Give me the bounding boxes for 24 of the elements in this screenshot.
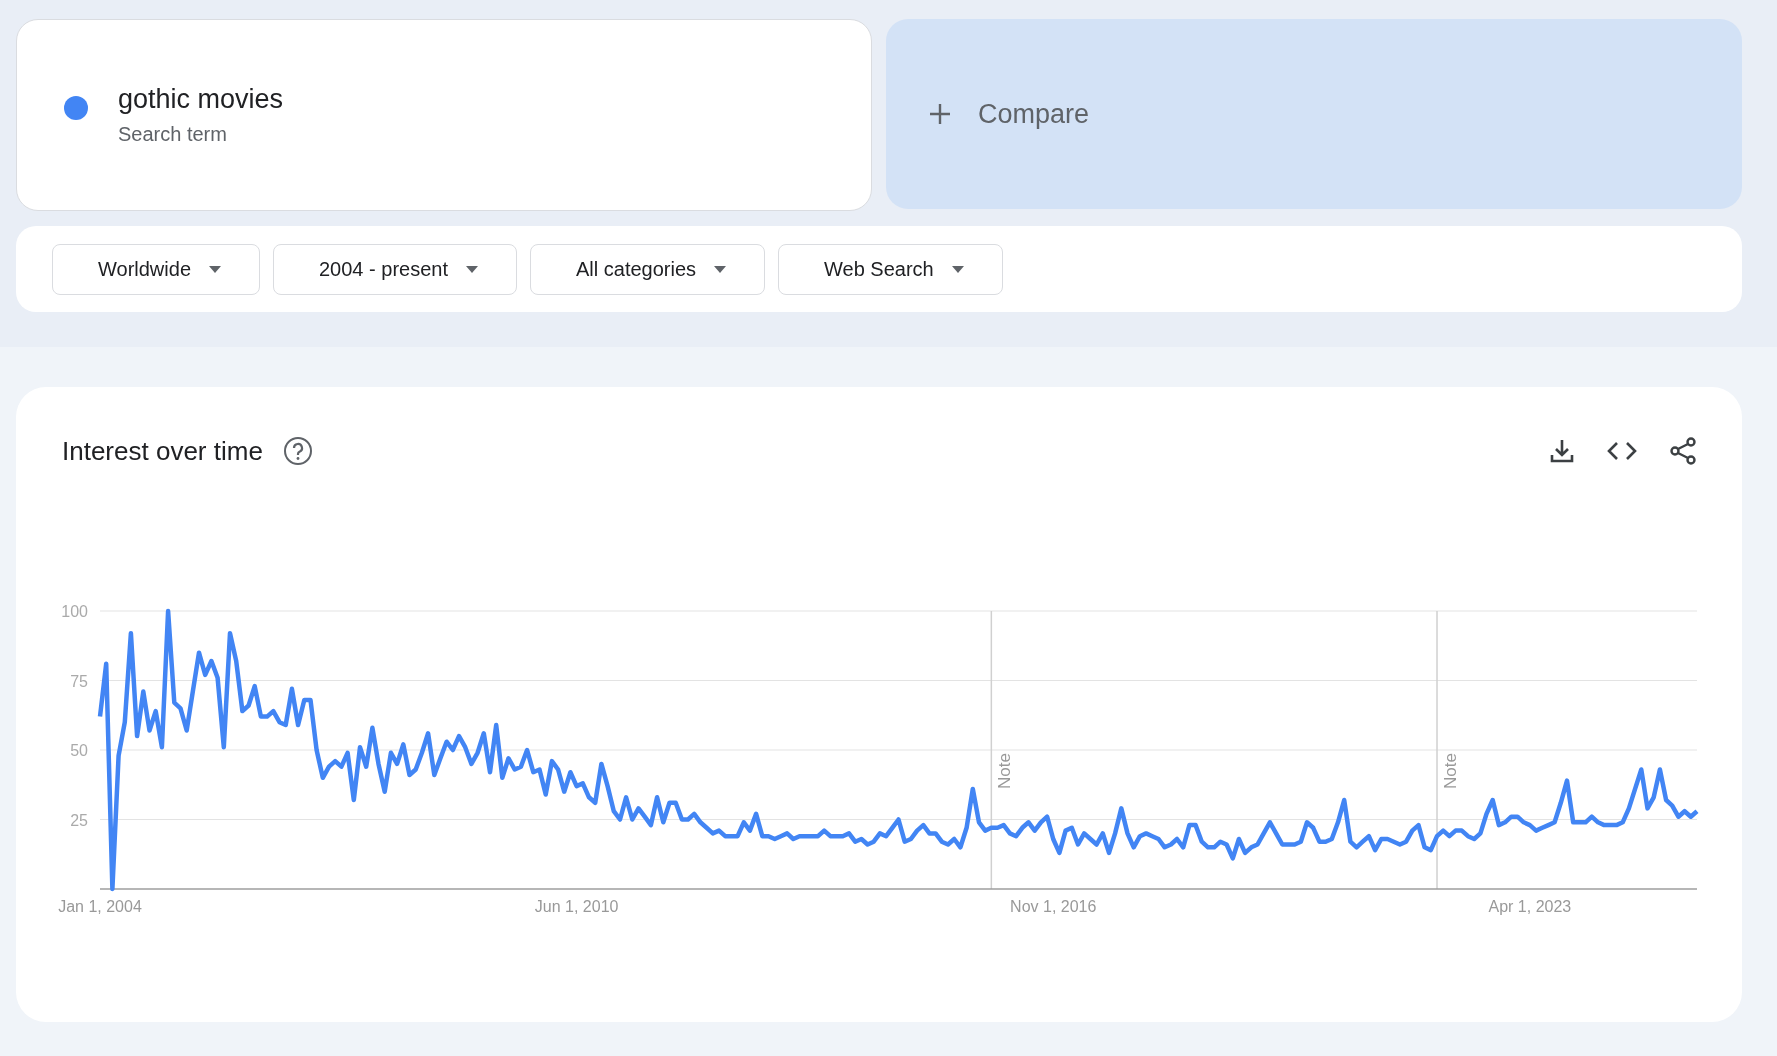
search-term-label: Search term — [118, 123, 228, 146]
caret-icon — [466, 265, 478, 273]
plus-icon — [928, 102, 952, 126]
filter-dropdown[interactable]: Worldwide — [52, 243, 260, 295]
axis-label: 25 — [70, 811, 88, 829]
caret-icon — [951, 265, 964, 273]
download-icon[interactable] — [1548, 437, 1576, 465]
axis-label: Nov 1, 2016 — [1010, 898, 1097, 915]
share-icon[interactable] — [1668, 436, 1698, 466]
axis-label: Apr 1, 2023 — [1488, 898, 1572, 915]
filter-dropdown[interactable]: Web Search — [778, 243, 1003, 295]
caret-icon — [714, 265, 727, 273]
axis-label: 50 — [70, 742, 88, 759]
filter-dropdown[interactable]: All categories — [530, 243, 766, 295]
axis-label: Jun 1, 2010 — [534, 898, 619, 915]
compare-button[interactable]: Compare — [886, 19, 1742, 209]
help-icon[interactable] — [282, 436, 313, 466]
axis-label: 100 — [61, 603, 88, 620]
axis-label: Jan 1, 2004 — [58, 898, 142, 915]
filter-dropdown[interactable]: 2004 - present — [273, 243, 517, 295]
chart-title: Interest over time — [62, 435, 263, 467]
search-term: gothic movies — [118, 84, 284, 115]
caret-icon — [209, 265, 221, 273]
axis-label: 75 — [70, 672, 88, 690]
